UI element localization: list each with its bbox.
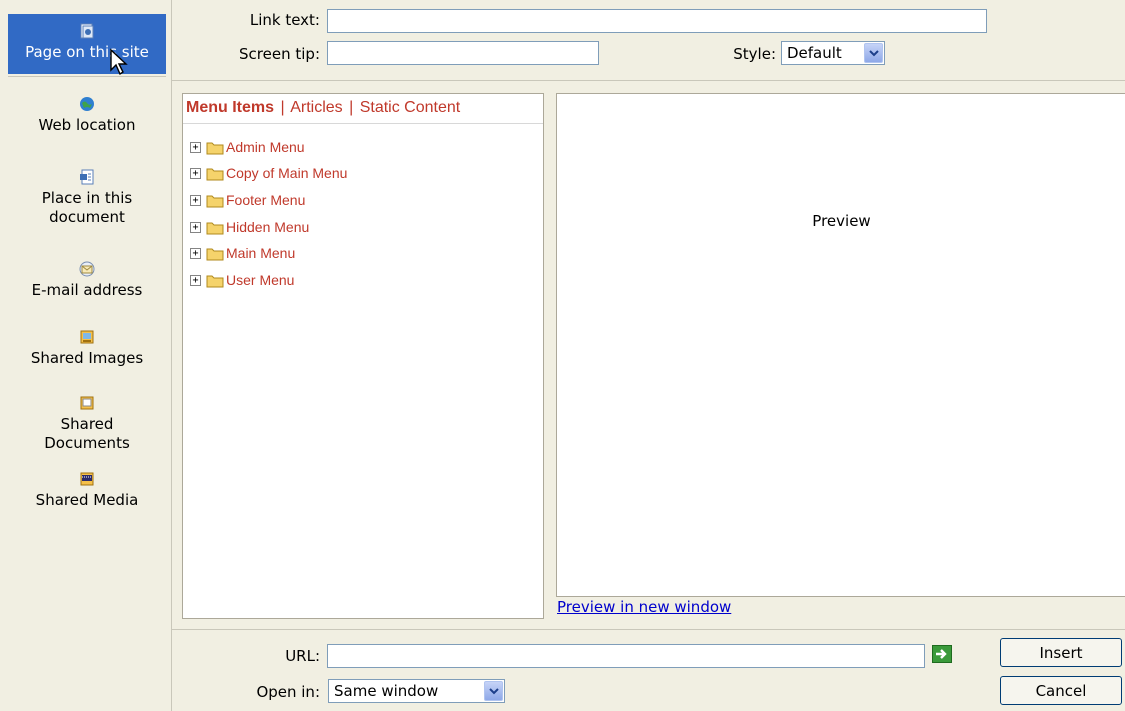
content-type-tabs: Menu Items | Articles | Static Content bbox=[186, 99, 460, 117]
folder-icon bbox=[206, 222, 224, 234]
open-in-selected-value: Same window bbox=[334, 682, 439, 700]
content-tree-panel: Menu Items | Articles | Static Content +… bbox=[182, 93, 544, 619]
folder-icon bbox=[206, 168, 224, 180]
tree-node[interactable]: + Copy of Main Menu bbox=[190, 163, 347, 183]
mouse-pointer-icon bbox=[110, 48, 128, 76]
tree-node[interactable]: + Footer Menu bbox=[190, 190, 305, 210]
folder-icon bbox=[206, 248, 224, 260]
tree-node-label: Footer Menu bbox=[226, 192, 306, 208]
sidebar-item-shared-media[interactable]: Shared Media bbox=[8, 470, 166, 510]
link-text-label: Link text: bbox=[249, 11, 320, 29]
tabs-divider bbox=[183, 123, 543, 124]
tree-node-label: User Menu bbox=[226, 272, 295, 288]
sidebar-item-page-on-site[interactable]: Page on this site bbox=[8, 14, 166, 74]
images-icon bbox=[80, 330, 94, 344]
tree-node[interactable]: + Admin Menu bbox=[190, 137, 305, 157]
tree-node-label: Main Menu bbox=[226, 245, 296, 261]
expand-icon[interactable]: + bbox=[190, 247, 201, 259]
tree-node-label: Copy of Main Menu bbox=[226, 165, 348, 181]
preview-new-window-link[interactable]: Preview in new window bbox=[557, 598, 731, 616]
divider bbox=[172, 80, 1125, 81]
folder-icon bbox=[206, 275, 224, 287]
tab-separator: | bbox=[280, 99, 285, 116]
style-selected-value: Default bbox=[787, 44, 842, 62]
tab-separator: | bbox=[349, 99, 354, 116]
document-anchor-icon bbox=[80, 169, 94, 185]
sidebar-divider bbox=[8, 76, 166, 77]
envelope-icon bbox=[79, 261, 95, 277]
tab-static-content[interactable]: Static Content bbox=[360, 99, 461, 116]
open-in-select[interactable]: Same window bbox=[328, 679, 505, 703]
divider bbox=[172, 629, 1125, 630]
cancel-button[interactable]: Cancel bbox=[1000, 676, 1122, 705]
expand-icon[interactable]: + bbox=[190, 167, 201, 179]
folder-icon bbox=[206, 142, 224, 154]
chevron-down-icon[interactable] bbox=[864, 43, 883, 63]
screen-tip-label: Screen tip: bbox=[239, 45, 320, 63]
url-label: URL: bbox=[285, 647, 320, 665]
documents-icon bbox=[80, 396, 94, 410]
url-input[interactable] bbox=[327, 644, 925, 668]
sidebar-item-label: Page on this site bbox=[25, 43, 149, 61]
style-label: Style: bbox=[733, 45, 776, 63]
tab-articles[interactable]: Articles bbox=[290, 99, 342, 116]
sidebar-item-label: Place in this document bbox=[41, 189, 133, 226]
expand-icon[interactable]: + bbox=[190, 141, 201, 153]
link-text-input[interactable] bbox=[327, 9, 987, 33]
insert-button[interactable]: Insert bbox=[1000, 638, 1122, 667]
sidebar-item-place-in-document[interactable]: Place in this document bbox=[8, 168, 166, 227]
tree-node-label: Admin Menu bbox=[226, 139, 305, 155]
go-button[interactable] bbox=[932, 645, 952, 663]
link-type-sidebar: Page on this site Web location Place in … bbox=[0, 0, 172, 711]
sidebar-item-label: Shared Media bbox=[35, 491, 139, 509]
sidebar-item-email-address[interactable]: E-mail address bbox=[8, 260, 166, 300]
page-icon bbox=[80, 23, 94, 39]
sidebar-item-shared-documents[interactable]: Shared Documents bbox=[8, 394, 166, 453]
media-icon bbox=[80, 472, 94, 486]
tree-node[interactable]: + User Menu bbox=[190, 270, 294, 290]
screen-tip-input[interactable] bbox=[327, 41, 599, 65]
tab-menu-items[interactable]: Menu Items bbox=[186, 99, 274, 116]
expand-icon[interactable]: + bbox=[190, 274, 201, 286]
arrow-right-icon bbox=[936, 649, 947, 659]
sidebar-item-label: E-mail address bbox=[31, 281, 143, 299]
expand-icon[interactable]: + bbox=[190, 194, 201, 206]
sidebar-item-label: Shared Documents bbox=[44, 415, 130, 452]
style-select[interactable]: Default bbox=[781, 41, 885, 65]
sidebar-item-web-location[interactable]: Web location bbox=[8, 95, 166, 135]
tree-node[interactable]: + Main Menu bbox=[190, 243, 295, 263]
folder-icon bbox=[206, 195, 224, 207]
chevron-down-icon[interactable] bbox=[484, 681, 503, 701]
sidebar-item-shared-images[interactable]: Shared Images bbox=[8, 328, 166, 368]
open-in-label: Open in: bbox=[256, 683, 320, 701]
sidebar-item-label: Web location bbox=[38, 116, 136, 134]
preview-panel: Preview bbox=[556, 93, 1125, 597]
sidebar-item-label: Shared Images bbox=[30, 349, 144, 367]
tree-node[interactable]: + Hidden Menu bbox=[190, 217, 309, 237]
tree-node-label: Hidden Menu bbox=[226, 219, 310, 235]
preview-placeholder: Preview bbox=[812, 212, 871, 230]
globe-icon bbox=[80, 97, 94, 111]
expand-icon[interactable]: + bbox=[190, 221, 201, 233]
